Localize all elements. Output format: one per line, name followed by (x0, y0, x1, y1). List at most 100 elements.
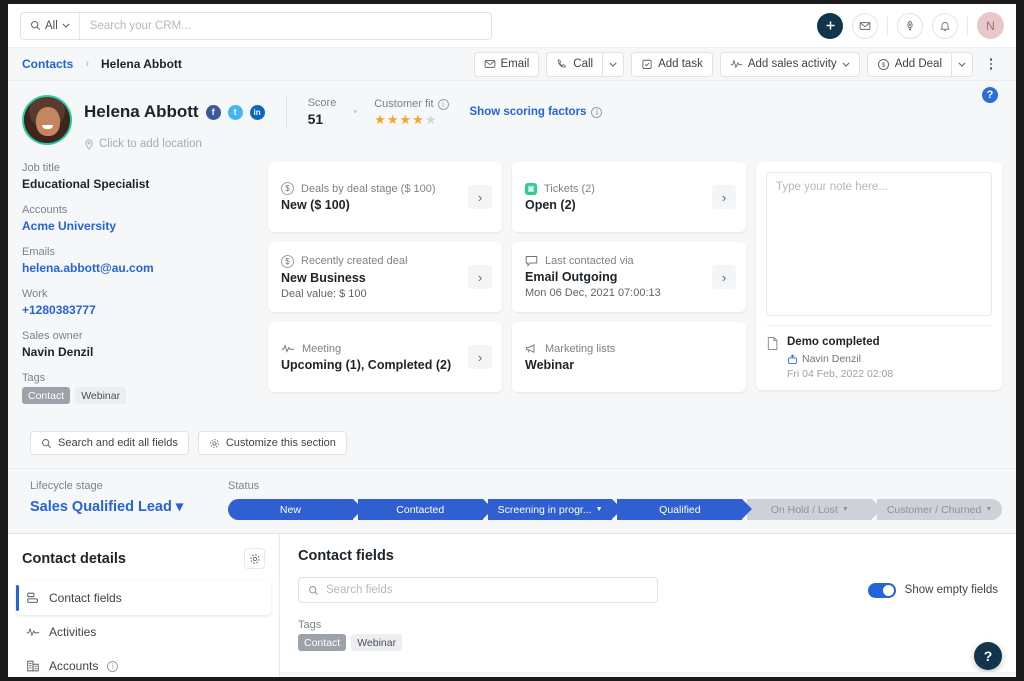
sidebar-item-activities[interactable]: Activities (16, 615, 271, 649)
add-deal-dropdown-toggle[interactable] (951, 52, 973, 77)
add-sales-activity-button[interactable]: Add sales activity (720, 52, 860, 77)
caret-down-icon: ▼ (842, 506, 849, 513)
gear-icon[interactable] (244, 548, 265, 569)
card-tickets[interactable]: ▣ Tickets (2) Open (2) › (512, 162, 746, 232)
field-value-link[interactable]: Acme University (22, 219, 258, 233)
note-file-icon (766, 336, 779, 380)
fields-search-box[interactable] (298, 577, 658, 603)
add-sales-activity-label: Add sales activity (748, 58, 837, 70)
user-avatar[interactable]: N (977, 12, 1004, 39)
contact-avatar[interactable] (22, 95, 72, 145)
rocket-button[interactable] (897, 13, 923, 39)
note-author-row: Navin Denzil (787, 353, 893, 365)
breadcrumb-contacts[interactable]: Contacts (22, 57, 73, 71)
add-task-button-label: Add task (658, 58, 703, 70)
chevron-right-icon[interactable]: › (468, 265, 492, 289)
fields-search-input[interactable] (326, 584, 648, 596)
lifecycle-stage-value[interactable]: Sales Qualified Lead ▾ (30, 499, 228, 515)
call-button-label: Call (573, 58, 593, 70)
customer-fit-text: Customer fit (374, 98, 433, 110)
divider (887, 17, 888, 35)
tag-chip[interactable]: Webinar (351, 634, 402, 651)
pipeline-stage-customer-churned[interactable]: Customer / Churned ▼ (877, 499, 1002, 520)
search-scope-dropdown[interactable]: All (21, 13, 80, 39)
add-task-button[interactable]: Add task (631, 52, 713, 77)
search-icon (30, 20, 41, 31)
lifecycle-stage-label: Lifecycle stage (30, 480, 228, 492)
help-fab-button[interactable]: ? (974, 642, 1002, 670)
caret-down-icon: ▼ (985, 506, 992, 513)
note-input[interactable]: Type your note here... (766, 172, 992, 316)
info-icon[interactable]: i (438, 99, 449, 110)
linkedin-icon[interactable]: in (250, 105, 265, 120)
add-deal-button[interactable]: $ Add Deal (867, 52, 951, 77)
pipeline-stage-screening[interactable]: Screening in progr... ▼ (488, 499, 613, 520)
star-icon: ★ (400, 113, 412, 126)
chevron-right-icon[interactable]: › (712, 185, 736, 209)
info-icon[interactable]: i (107, 661, 118, 672)
card-last-contacted[interactable]: Last contacted via Email Outgoing Mon 06… (512, 242, 746, 312)
mail-button[interactable] (852, 13, 878, 39)
search-edit-all-fields-button[interactable]: Search and edit all fields (30, 431, 189, 455)
pipeline-stage-onhold-lost[interactable]: On Hold / Lost ▼ (747, 499, 872, 520)
pipeline-stage-contacted[interactable]: Contacted (358, 499, 483, 520)
activity-icon (281, 343, 295, 354)
customer-fit-metric: Customer fit i ★ ★ ★ ★ ★ (374, 98, 448, 126)
contact-fields-column: Job title Educational Specialist Account… (22, 162, 258, 417)
score-metric: Score 51 (308, 97, 337, 127)
help-icon[interactable]: ? (982, 87, 998, 103)
field-value-link[interactable]: helena.abbott@au.com (22, 261, 258, 275)
add-new-button[interactable] (817, 13, 843, 39)
tag-chip[interactable]: Contact (298, 634, 346, 651)
pipeline-stage-new[interactable]: New (228, 499, 353, 520)
card-marketing-lists[interactable]: Marketing lists Webinar (512, 322, 746, 392)
call-button[interactable]: Call (546, 52, 602, 77)
details-sidebar-title: Contact details (22, 551, 126, 567)
field-value-link[interactable]: +1280383777 (22, 303, 258, 317)
card-label: Meeting (302, 343, 341, 355)
card-deals-by-stage[interactable]: $ Deals by deal stage ($ 100) New ($ 100… (268, 162, 502, 232)
chevron-down-icon (62, 23, 70, 28)
search-input[interactable] (80, 13, 491, 39)
customize-section-button[interactable]: Customize this section (198, 431, 347, 455)
top-actions: N (817, 12, 1004, 39)
tag-chip[interactable]: Webinar (75, 387, 126, 404)
contact-body: Job title Educational Specialist Account… (8, 150, 1016, 417)
sidebar-item-accounts[interactable]: Accounts i (16, 649, 271, 677)
note-list-item[interactable]: Demo completed Navin Denzil Fri 04 Feb, … (766, 325, 992, 380)
sidebar-item-contact-fields[interactable]: Contact fields (16, 581, 271, 615)
email-button[interactable]: Email (474, 52, 540, 77)
chevron-right-icon[interactable]: › (468, 345, 492, 369)
card-meeting[interactable]: Meeting Upcoming (1), Completed (2) › (268, 322, 502, 392)
twitter-icon[interactable]: t (228, 105, 243, 120)
chevron-right-icon[interactable]: › (468, 185, 492, 209)
facebook-icon[interactable]: f (206, 105, 221, 120)
chevron-right-icon[interactable]: › (712, 265, 736, 289)
field-emails: Emails helena.abbott@au.com (22, 246, 258, 275)
divider (286, 97, 287, 127)
star-icon: ★ (387, 113, 399, 126)
search-scope-label: All (45, 20, 58, 32)
call-dropdown-toggle[interactable] (602, 52, 624, 77)
fields-search-row: Show empty fields (298, 577, 998, 603)
tag-chip[interactable]: Contact (22, 387, 70, 404)
ticket-icon: ▣ (525, 183, 537, 195)
status-group: Status New Contacted Screening in progr.… (228, 480, 1002, 520)
pipeline-stage-qualified[interactable]: Qualified (617, 499, 742, 520)
global-search[interactable]: All (20, 12, 492, 40)
star-icon-empty: ★ (425, 113, 437, 126)
card-recently-created-deal[interactable]: $ Recently created deal New Business Dea… (268, 242, 502, 312)
info-icon[interactable]: i (591, 107, 602, 118)
add-location-button[interactable]: Click to add location (84, 138, 602, 150)
more-options-button[interactable] (980, 52, 1002, 77)
notifications-button[interactable] (932, 13, 958, 39)
note-date: Fri 04 Feb, 2022 02:08 (787, 368, 893, 380)
show-empty-fields-toggle[interactable] (868, 583, 896, 598)
card-value: Open (2) (525, 198, 712, 212)
show-scoring-factors-link[interactable]: Show scoring factors i (470, 106, 603, 118)
notes-column: Type your note here... Demo completed Na… (756, 162, 1002, 417)
panel-title: Contact fields (298, 548, 998, 564)
show-scoring-factors-label: Show scoring factors (470, 106, 587, 118)
field-label: Tags (22, 372, 258, 384)
basic-information-section[interactable]: Basic information (280, 672, 1016, 677)
